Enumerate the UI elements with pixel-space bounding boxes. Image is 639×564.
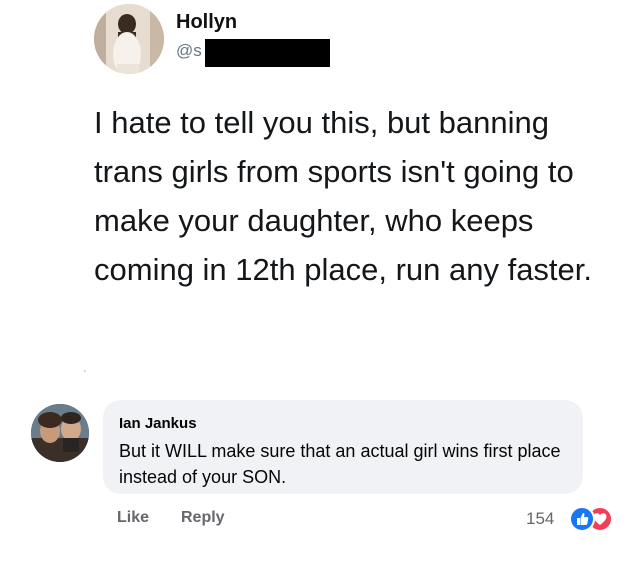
author-handle[interactable]: @s <box>176 41 202 61</box>
redaction-bar <box>205 39 330 67</box>
reply-button[interactable]: Reply <box>181 509 225 527</box>
divider-dot <box>84 370 86 372</box>
commenter-avatar-photo <box>31 404 89 462</box>
author-avatar-photo <box>94 4 164 74</box>
avatar[interactable] <box>94 4 164 74</box>
tweet-card: Hollyn @s I hate to tell you this, but b… <box>10 0 632 370</box>
author-name[interactable]: Hollyn <box>176 11 237 34</box>
comment-text: But it WILL make sure that an actual gir… <box>119 441 561 487</box>
commenter-name[interactable]: Ian Jankus <box>119 415 197 432</box>
like-button[interactable]: Like <box>117 509 149 527</box>
reaction-count[interactable]: 154 <box>526 509 554 529</box>
comment-bubble: Ian Jankus But it WILL make sure that an… <box>103 400 583 494</box>
tweet-text: I hate to tell you this, but banning tra… <box>94 105 593 287</box>
commenter-avatar[interactable] <box>31 404 89 462</box>
reaction-icons[interactable] <box>569 506 627 532</box>
like-icon <box>569 506 595 532</box>
